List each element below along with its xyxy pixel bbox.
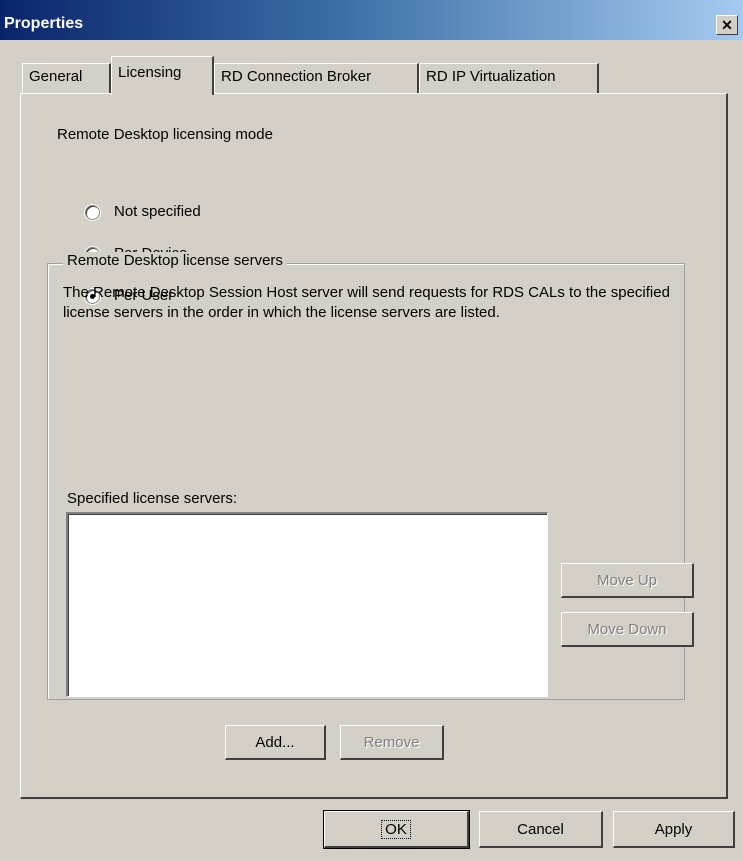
add-button[interactable]: Add...	[225, 725, 326, 760]
license-servers-description: The Remote Desktop Session Host server w…	[63, 284, 670, 321]
move-down-button[interactable]: Move Down	[561, 612, 694, 647]
remove-label: Remove	[363, 733, 420, 751]
license-servers-legend: Remote Desktop license servers	[63, 252, 287, 269]
specified-servers-label: Specified license servers:	[67, 490, 238, 507]
radio-not-specified-label[interactable]: Not specified	[114, 203, 201, 220]
move-up-button[interactable]: Move Up	[561, 563, 694, 598]
license-servers-listbox[interactable]	[66, 512, 548, 697]
move-up-label: Move Up	[596, 571, 658, 589]
add-label: Add...	[255, 733, 295, 751]
radio-not-specified[interactable]	[85, 205, 100, 220]
remove-button[interactable]: Remove	[340, 725, 444, 760]
licensing-mode-label: Remote Desktop licensing mode	[57, 126, 273, 143]
move-down-label: Move Down	[587, 620, 667, 638]
